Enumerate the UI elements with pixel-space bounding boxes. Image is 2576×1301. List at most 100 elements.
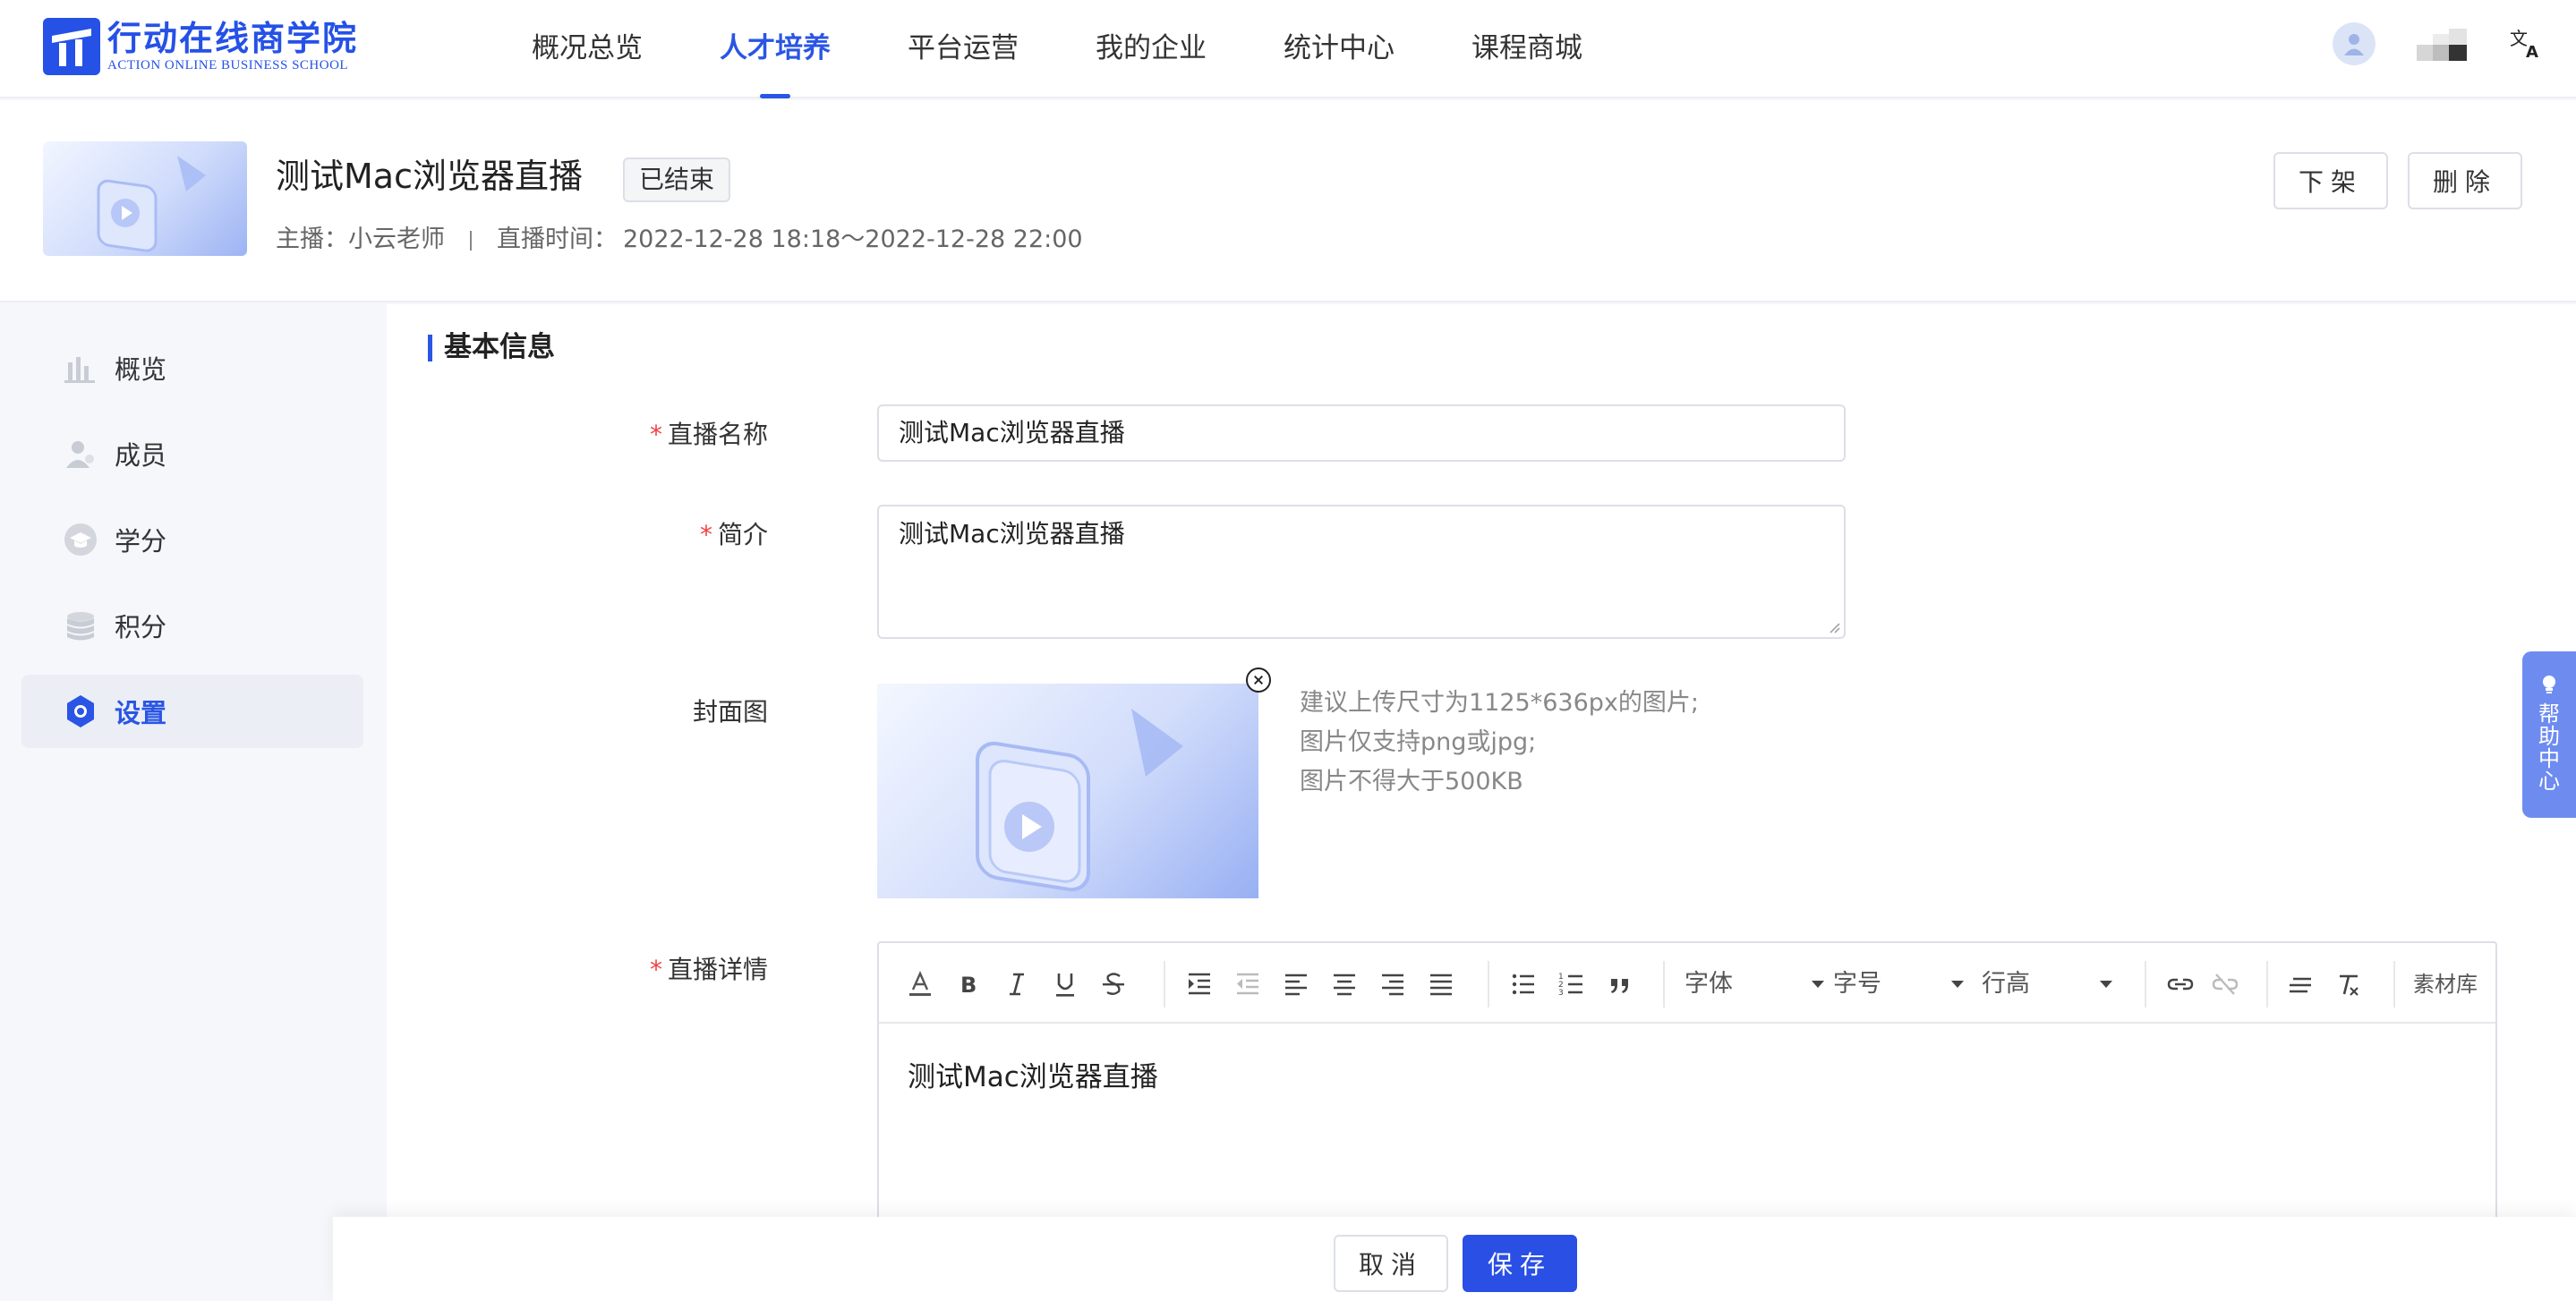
live-name-label: * 直播名称 [649, 420, 768, 449]
bullet-list-icon[interactable] [1507, 968, 1540, 1000]
bar-chart-icon [64, 357, 95, 383]
svg-text:3: 3 [1558, 989, 1564, 998]
coins-icon [67, 612, 94, 641]
cover-label: 封面图 [692, 697, 768, 727]
sidebar-item-label: 设置 [115, 698, 167, 728]
user-avatar[interactable] [2333, 22, 2376, 65]
resize-grip-icon[interactable] [1828, 621, 1840, 633]
nav-item-overview[interactable]: 概况总览 [532, 0, 643, 98]
user-name-redacted[interactable] [2417, 27, 2470, 63]
sidebar-item-label: 概览 [115, 354, 167, 385]
cover-tip-size: 建议上传尺寸为1125*636px的图片; [1300, 689, 1699, 717]
lightbulb-icon [2543, 676, 2555, 693]
cancel-button[interactable]: 取消 [1334, 1235, 1448, 1292]
align-right-icon[interactable] [1377, 968, 1409, 1000]
svg-text:文: 文 [2510, 28, 2528, 49]
outdent-icon[interactable] [1232, 968, 1264, 1000]
bold-icon[interactable]: B [952, 968, 985, 1000]
brand-logo-mark [43, 18, 100, 75]
live-name-input[interactable]: 测试Mac浏览器直播 [877, 404, 1846, 462]
section-title-basic-info: 基本信息 [428, 331, 555, 363]
chevron-down-icon [2100, 981, 2112, 988]
cover-tip-format: 图片仅支持png或jpg; [1300, 728, 1537, 756]
sidebar-item-label: 成员 [115, 440, 167, 471]
user-icon [2344, 34, 2364, 55]
line-height-select-label: 行高 [1982, 970, 2030, 998]
link-icon[interactable] [2164, 968, 2196, 1000]
gear-icon [67, 695, 94, 727]
help-center-label: 帮助中心 [2538, 702, 2560, 794]
sidebar-item-overview[interactable]: 概览 [21, 331, 363, 404]
cover-tip-filesize: 图片不得大于500KB [1300, 768, 1523, 795]
main-nav: 概况总览 人才培养 平台运营 我的企业 统计中心 课程商城 [532, 0, 1659, 98]
cover-image-preview[interactable] [877, 684, 1258, 898]
live-meta: 主播：小云老师 直播时间： 2022-12-28 18:18～2022-12-28 … [276, 222, 1083, 258]
live-title: 测试Mac浏览器直播 [276, 157, 583, 196]
form-action-bar: 取消 保存 [333, 1217, 2576, 1301]
blockquote-icon[interactable] [1604, 968, 1636, 1000]
clear-format-icon[interactable] [2333, 968, 2365, 1000]
live-time-label: 直播时间： [497, 225, 618, 253]
align-left-icon[interactable] [1280, 968, 1312, 1000]
underline-icon[interactable] [1049, 968, 1081, 1000]
host-name: 小云老师 [348, 225, 445, 253]
top-navigation-bar: 行动在线商学院 ACTION ONLINE BUSINESS SCHOOL 概况… [0, 0, 2576, 98]
italic-icon[interactable] [1001, 968, 1033, 1000]
svg-text:A: A [2526, 43, 2538, 61]
language-switch-icon[interactable]: 文 A [2508, 25, 2544, 61]
nav-item-course-mall[interactable]: 课程商城 [1471, 0, 1582, 98]
material-library-button[interactable]: 素材库 [2413, 966, 2478, 1002]
strikethrough-icon[interactable] [1097, 968, 1130, 1000]
host-label: 主播： [276, 225, 348, 253]
sidebar-item-label: 学分 [115, 526, 167, 557]
live-detail-label: * 直播详情 [649, 955, 768, 984]
chevron-down-icon [1812, 981, 1824, 988]
live-thumbnail [43, 141, 247, 256]
align-center-icon[interactable] [1328, 968, 1361, 1000]
editor-content[interactable]: 测试Mac浏览器直播 [908, 1054, 1158, 1094]
live-time-range: 2022-12-28 18:18～2022-12-28 22:00 [623, 225, 1083, 253]
sidebar-item-credits[interactable]: 学分 [21, 503, 363, 576]
live-header: 测试Mac浏览器直播 已结束 主播：小云老师 直播时间： 2022-12-28 18… [0, 100, 2576, 302]
align-justify-icon[interactable] [1425, 968, 1457, 1000]
graduation-cap-icon [64, 523, 97, 556]
svg-text:B: B [960, 973, 977, 998]
sidebar-item-points[interactable]: 积分 [21, 589, 363, 662]
sidebar: 概览 成员 学分 积分 设置 [0, 304, 387, 1301]
indent-icon[interactable] [1183, 968, 1215, 1000]
nav-item-statistics-center[interactable]: 统计中心 [1284, 0, 1395, 98]
help-center-tab[interactable]: 帮助中心 [2522, 651, 2576, 818]
status-badge: 已结束 [623, 157, 731, 202]
sidebar-item-settings[interactable]: 设置 [21, 675, 363, 748]
intro-textarea[interactable]: 测试Mac浏览器直播 [877, 505, 1846, 639]
remove-cover-icon[interactable] [1246, 668, 1271, 693]
brand-name-en: ACTION ONLINE BUSINESS SCHOOL [107, 58, 349, 72]
intro-text: 测试Mac浏览器直播 [899, 519, 1125, 548]
save-button[interactable]: 保存 [1463, 1235, 1577, 1292]
video-play-icon [976, 709, 1183, 892]
unpublish-button[interactable]: 下架 [2273, 152, 2388, 209]
settings-form: 基本信息 * 直播名称 测试Mac浏览器直播 * 简介 测试Mac浏览器直播 封面图… [387, 304, 2576, 1301]
nav-item-my-enterprise[interactable]: 我的企业 [1096, 0, 1207, 98]
font-color-icon[interactable] [904, 968, 936, 1000]
delete-button[interactable]: 删除 [2408, 152, 2522, 209]
font-size-select[interactable]: 字号 [1833, 966, 1967, 1002]
video-play-icon [97, 156, 206, 252]
brand-logo[interactable]: 行动在线商学院 ACTION ONLINE BUSINESS SCHOOL [43, 18, 358, 75]
line-height-select[interactable]: 行高 [1982, 966, 2116, 1002]
meta-divider [470, 230, 472, 251]
font-size-select-label: 字号 [1833, 970, 1881, 998]
unlink-icon[interactable] [2209, 968, 2241, 1000]
nav-item-talent-training[interactable]: 人才培养 [720, 0, 831, 98]
editor-toolbar: B 1 2 3 字体 字号 行高 素材库 [879, 943, 2495, 1024]
sidebar-item-label: 积分 [115, 612, 167, 642]
cover-upload-tips: 建议上传尺寸为1125*636px的图片; 图片仅支持png或jpg; 图片不得… [1300, 684, 1699, 802]
brand-name: 行动在线商学院 [107, 19, 359, 58]
sidebar-item-members[interactable]: 成员 [21, 417, 363, 490]
nav-item-platform-operation[interactable]: 平台运营 [908, 0, 1019, 98]
member-icon [66, 441, 94, 468]
font-family-select-label: 字体 [1685, 970, 1733, 998]
horizontal-rule-icon[interactable] [2284, 968, 2316, 1000]
font-family-select[interactable]: 字体 [1685, 966, 1828, 1002]
numbered-list-icon[interactable]: 1 2 3 [1556, 968, 1588, 1000]
